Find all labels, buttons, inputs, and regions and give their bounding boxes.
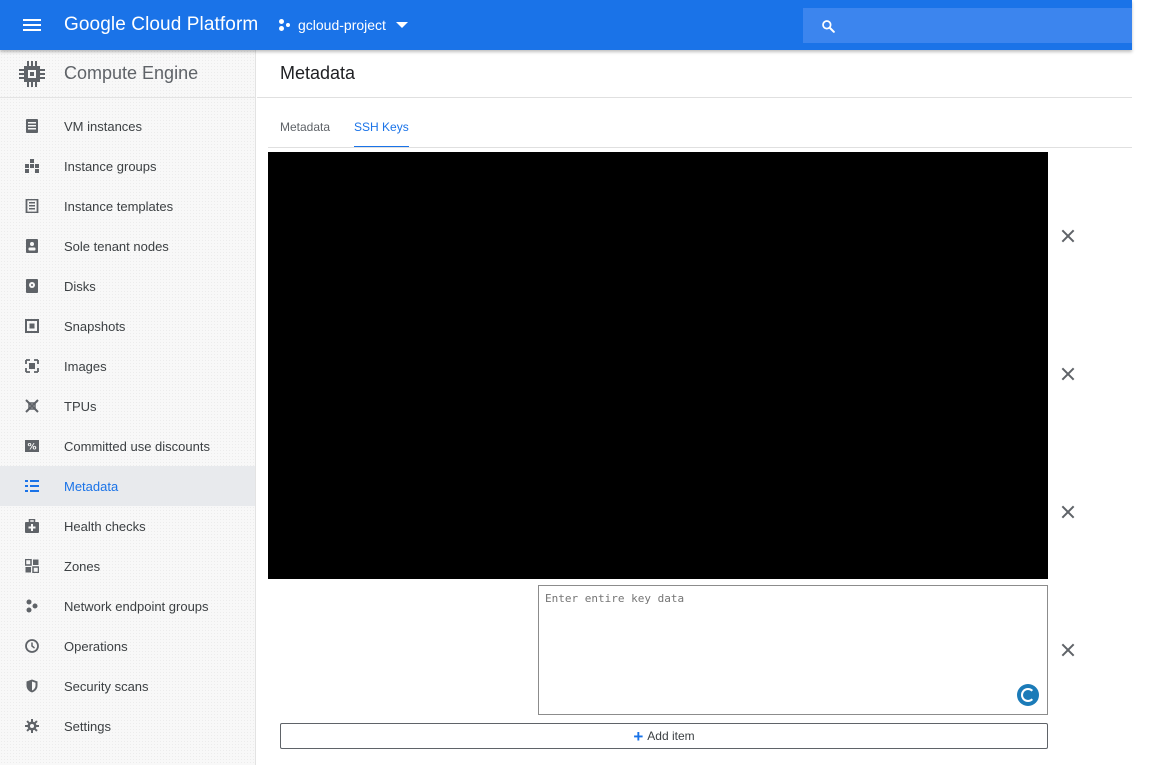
sidebar-item-label: Images [64, 358, 107, 374]
sidebar-item-security-scans[interactable]: Security scans [0, 666, 255, 706]
sidebar-item-label: Security scans [64, 678, 149, 694]
remove-key-3-close-icon[interactable] [1057, 501, 1079, 523]
sidebar-item-vm-instances[interactable]: VM instances [0, 106, 255, 146]
sidebar-item-network-endpoint-groups[interactable]: Network endpoint groups [0, 586, 255, 626]
add-item-button[interactable]: + Add item [280, 723, 1048, 749]
project-selector[interactable]: gcloud-project [278, 17, 408, 33]
sidebar-item-label: Settings [64, 718, 111, 734]
tab-metadata[interactable]: Metadata [280, 120, 330, 148]
project-name: gcloud-project [298, 17, 386, 33]
remove-key-1-close-icon[interactable] [1057, 225, 1079, 247]
main-content: Metadata Metadata SSH Keys + Add item [257, 50, 1132, 765]
gear-icon [24, 718, 40, 734]
sidebar: Compute Engine VM instances Instance gro… [0, 50, 256, 765]
snapshot-icon [24, 318, 40, 334]
top-app-bar: Google Cloud Platform gcloud-project [0, 0, 1132, 50]
dots-icon [24, 598, 40, 614]
sidebar-item-settings[interactable]: Settings [0, 706, 255, 746]
medkit-icon [24, 518, 40, 534]
tab-bar: Metadata SSH Keys [280, 120, 409, 148]
sidebar-item-snapshots[interactable]: Snapshots [0, 306, 255, 346]
sole-tenant-icon [24, 238, 40, 254]
disk-icon [24, 278, 40, 294]
project-icon [278, 18, 292, 32]
sidebar-item-instance-templates[interactable]: Instance templates [0, 186, 255, 226]
zones-icon [24, 558, 40, 574]
sidebar-item-sole-tenant-nodes[interactable]: Sole tenant nodes [0, 226, 255, 266]
sidebar-item-disks[interactable]: Disks [0, 266, 255, 306]
ssh-key-input[interactable] [538, 585, 1048, 715]
sidebar-item-label: Health checks [64, 518, 146, 534]
sidebar-item-operations[interactable]: Operations [0, 626, 255, 666]
sidebar-item-instance-groups[interactable]: Instance groups [0, 146, 255, 186]
sidebar-item-zones[interactable]: Zones [0, 546, 255, 586]
sidebar-item-metadata[interactable]: Metadata [0, 466, 255, 506]
sidebar-item-images[interactable]: Images [0, 346, 255, 386]
sidebar-item-label: Network endpoint groups [64, 598, 209, 614]
sidebar-item-label: Snapshots [64, 318, 126, 334]
tab-ssh-keys[interactable]: SSH Keys [354, 120, 409, 148]
compute-engine-icon [19, 60, 45, 87]
sidebar-item-label: Instance templates [64, 198, 174, 214]
right-margin [1132, 0, 1153, 765]
instance-groups-icon [24, 158, 40, 174]
product-title: Compute Engine [64, 63, 199, 83]
sidebar-item-tpus[interactable]: TPUs [0, 386, 255, 426]
tabs-divider [268, 147, 1132, 148]
hamburger-menu-icon[interactable] [0, 0, 64, 50]
sidebar-item-label: VM instances [64, 118, 143, 134]
sidebar-item-label: Operations [64, 638, 128, 654]
clock-icon [24, 638, 40, 654]
sidebar-item-label: TPUs [64, 398, 97, 414]
sidebar-item-label: Zones [64, 558, 101, 574]
add-item-label: Add item [647, 729, 695, 743]
sidebar-item-health-checks[interactable]: Health checks [0, 506, 255, 546]
plus-icon: + [633, 726, 644, 746]
sidebar-item-label: Disks [64, 278, 96, 294]
brand-title[interactable]: Google Cloud Platform [64, 14, 278, 36]
list-icon [24, 478, 40, 494]
search-bar[interactable] [803, 8, 1132, 43]
search-icon [822, 19, 835, 33]
product-header[interactable]: Compute Engine [0, 50, 255, 98]
sidebar-item-label: Metadata [64, 478, 119, 494]
shield-icon [24, 678, 40, 694]
sidebar-item-label: Committed use discounts [64, 438, 210, 454]
redacted-ssh-keys-area [268, 152, 1048, 579]
chevron-down-icon [395, 22, 408, 28]
sidebar-nav: VM instances Instance groups Instance te… [0, 98, 255, 746]
grammarly-icon[interactable] [1017, 684, 1039, 706]
images-icon [24, 358, 40, 374]
svg-text:%: % [27, 443, 36, 453]
sidebar-item-label: Instance groups [64, 158, 157, 174]
instance-templates-icon [24, 198, 40, 214]
remove-key-2-close-icon[interactable] [1057, 363, 1079, 385]
page-title: Metadata [257, 50, 1132, 98]
remove-key-4-close-icon[interactable] [1057, 639, 1079, 661]
vm-instances-icon [24, 118, 40, 134]
sidebar-item-label: Sole tenant nodes [64, 238, 169, 254]
percent-icon: % [24, 438, 40, 454]
sidebar-item-committed-use-discounts[interactable]: % Committed use discounts [0, 426, 255, 466]
tpu-icon [24, 398, 40, 414]
